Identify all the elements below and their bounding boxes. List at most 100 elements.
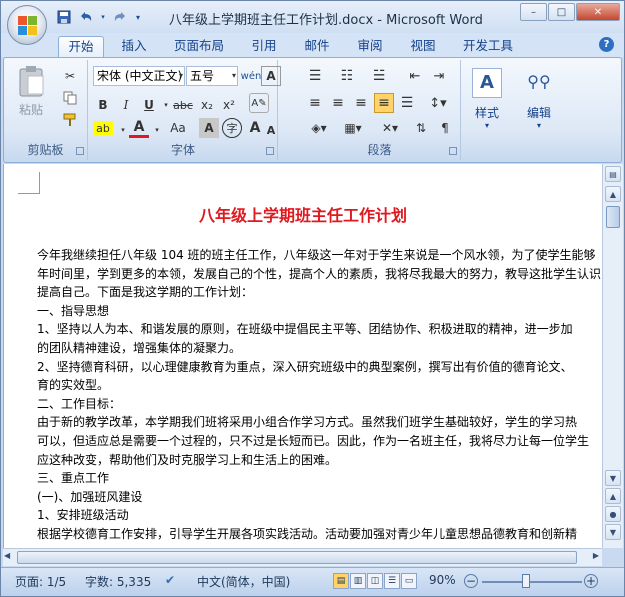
styles-group[interactable]: A 样式 ▾ <box>463 60 511 160</box>
proofing-icon[interactable]: ✔ <box>165 573 175 587</box>
font-launcher-icon[interactable] <box>266 147 274 155</box>
language-indicator[interactable]: 中文(简体，中国) <box>197 573 290 590</box>
scroll-right-icon[interactable]: ▶ <box>593 551 599 560</box>
zoom-level[interactable]: 90% <box>429 573 456 587</box>
change-case-button[interactable]: Aa <box>165 118 191 138</box>
format-painter-icon[interactable] <box>60 110 80 130</box>
multilevel-list-icon[interactable]: ☱ <box>369 66 389 86</box>
editing-button[interactable]: ⚲⚲ 编辑 ▾ <box>519 68 559 130</box>
superscript-button[interactable]: x² <box>219 95 239 115</box>
italic-button[interactable]: I <box>116 95 136 115</box>
customize-icon[interactable]: ▾ <box>133 8 143 26</box>
bullets-icon[interactable]: ☰ <box>305 66 325 86</box>
scroll-down-icon[interactable]: ▼ <box>605 470 621 486</box>
tab-page-layout[interactable]: 页面布局 <box>164 36 234 57</box>
ruler-toggle-icon[interactable]: ▤ <box>605 166 621 182</box>
char-shading-button[interactable]: A <box>199 118 219 138</box>
increase-indent-icon[interactable]: ⇥ <box>429 66 449 86</box>
shrink-font-button[interactable]: A <box>261 120 281 140</box>
paragraph-launcher-icon[interactable] <box>449 147 457 155</box>
line-spacing-icon[interactable]: ↕▾ <box>423 93 453 113</box>
full-screen-reading-icon[interactable]: ▥ <box>350 573 366 589</box>
decrease-indent-icon[interactable]: ⇤ <box>405 66 425 86</box>
scroll-thumb[interactable] <box>606 206 620 228</box>
clear-formatting-icon[interactable]: A✎ <box>249 93 269 113</box>
borders-icon[interactable]: ▦▾ <box>339 118 367 138</box>
page-indicator[interactable]: 页面: 1/5 <box>15 573 66 590</box>
web-layout-icon[interactable]: ◫ <box>367 573 383 589</box>
font-group-label: 字体 <box>170 143 195 157</box>
horizontal-scroll-thumb[interactable] <box>17 551 577 564</box>
doc-line: (一)、加强班风建设 <box>37 489 143 504</box>
zoom-out-icon[interactable]: − <box>464 574 478 588</box>
maximize-button[interactable]: □ <box>548 3 575 21</box>
subscript-button[interactable]: x₂ <box>197 95 217 115</box>
next-page-icon[interactable]: ▼ <box>605 524 621 540</box>
save-icon[interactable] <box>55 8 73 26</box>
bold-button[interactable]: B <box>93 95 113 115</box>
enclose-chars-button[interactable]: 字 <box>222 118 242 138</box>
browse-object-icon[interactable]: ● <box>605 506 621 522</box>
vertical-scrollbar[interactable]: ▤ ▲ ▼ ▲ ● ▼ <box>602 164 623 548</box>
shading-icon[interactable]: ◈▾ <box>305 118 333 138</box>
minimize-button[interactable]: – <box>520 3 547 21</box>
cut-icon[interactable]: ✂ <box>60 66 80 86</box>
copy-icon[interactable] <box>60 88 80 108</box>
chevron-down-icon[interactable]: ▾ <box>147 120 167 140</box>
print-layout-icon[interactable]: ▤ <box>333 573 349 589</box>
paste-button[interactable]: 粘贴 <box>12 64 50 128</box>
styles-button[interactable]: A 样式 ▾ <box>469 68 505 130</box>
tab-home[interactable]: 开始 <box>58 36 104 57</box>
show-marks-icon[interactable]: ¶ <box>435 118 455 138</box>
tab-mailings[interactable]: 邮件 <box>296 36 338 57</box>
scroll-up-icon[interactable]: ▲ <box>605 186 621 202</box>
status-bar: 页面: 1/5 字数: 5,335 ✔ 中文(简体，中国) ▤ ▥ ◫ ☰ ▭ … <box>1 567 624 596</box>
chinese-layout-icon[interactable]: ✕▾ <box>375 118 405 138</box>
quick-access-toolbar: ▾ ▾ <box>55 7 143 27</box>
doc-line: 年时间里，学到更多的本领，发展自己的个性，提高个人的素质，我将尽我最大的努力，教… <box>37 266 602 281</box>
clipboard-launcher-icon[interactable] <box>76 147 84 155</box>
tab-references[interactable]: 引用 <box>243 36 285 57</box>
paragraph-group: ☰ ☷ ☱ ⇤ ⇥ ≡ ≡ ≡ ≡ ☰ ↕▾ ◈▾ ▦▾ ✕▾ ⇅ ¶ 段落 <box>299 60 461 160</box>
align-center-icon[interactable]: ≡ <box>328 93 348 113</box>
tab-view[interactable]: 视图 <box>402 36 444 57</box>
font-color-button[interactable]: A <box>129 118 149 138</box>
editing-group[interactable]: ⚲⚲ 编辑 ▾ <box>515 60 563 160</box>
tab-review[interactable]: 审阅 <box>349 36 391 57</box>
distributed-icon[interactable]: ☰ <box>397 93 417 113</box>
undo-icon[interactable] <box>77 8 95 26</box>
help-icon[interactable]: ? <box>599 37 614 52</box>
doc-line: 可以，但适应总是需要一个过程的，只不过是长短而已。因此，作为一名班主任，我将尽力… <box>37 434 590 448</box>
highlight-button[interactable]: ab <box>93 121 113 135</box>
zoom-in-icon[interactable]: + <box>584 574 598 588</box>
zoom-slider-thumb[interactable] <box>522 574 531 588</box>
tab-developer[interactable]: 开发工具 <box>455 36 521 57</box>
zoom-slider[interactable] <box>482 581 582 583</box>
horizontal-scrollbar[interactable]: ◀ ▶ <box>3 548 602 566</box>
scroll-left-icon[interactable]: ◀ <box>4 551 10 560</box>
char-border-button[interactable]: A <box>261 66 281 86</box>
sort-icon[interactable]: ⇅ <box>411 118 431 138</box>
phonetic-guide-button[interactable]: wén <box>241 66 262 86</box>
strikethrough-button[interactable]: abc <box>173 95 193 115</box>
close-button[interactable]: ✕ <box>576 3 620 21</box>
redo-icon[interactable] <box>111 8 129 26</box>
font-size-combo[interactable]: 五号 ▾ <box>186 66 238 86</box>
office-button[interactable] <box>7 5 47 45</box>
clipboard-group: 粘贴 ✂ 剪贴板 <box>4 60 88 160</box>
dropdown-icon[interactable]: ▾ <box>99 8 107 26</box>
doc-line: 二、工作目标： <box>37 396 122 411</box>
numbering-icon[interactable]: ☷ <box>337 66 357 86</box>
chevron-down-icon: ▾ <box>231 71 236 80</box>
find-binoculars-icon: ⚲⚲ <box>527 72 551 91</box>
tab-insert[interactable]: 插入 <box>113 36 155 57</box>
document-canvas[interactable]: 八年级上学期班主任工作计划 今年我继续担任八年级 104 班的班主任工作，八年级… <box>3 164 602 548</box>
font-name-combo[interactable]: 宋体 (中文正文) ▾ <box>93 66 185 86</box>
outline-icon[interactable]: ☰ <box>384 573 400 589</box>
align-left-icon[interactable]: ≡ <box>305 93 325 113</box>
justify-icon[interactable]: ≡ <box>374 93 394 113</box>
word-count[interactable]: 字数: 5,335 <box>85 573 151 590</box>
draft-icon[interactable]: ▭ <box>401 573 417 589</box>
prev-page-icon[interactable]: ▲ <box>605 488 621 504</box>
align-right-icon[interactable]: ≡ <box>351 93 371 113</box>
